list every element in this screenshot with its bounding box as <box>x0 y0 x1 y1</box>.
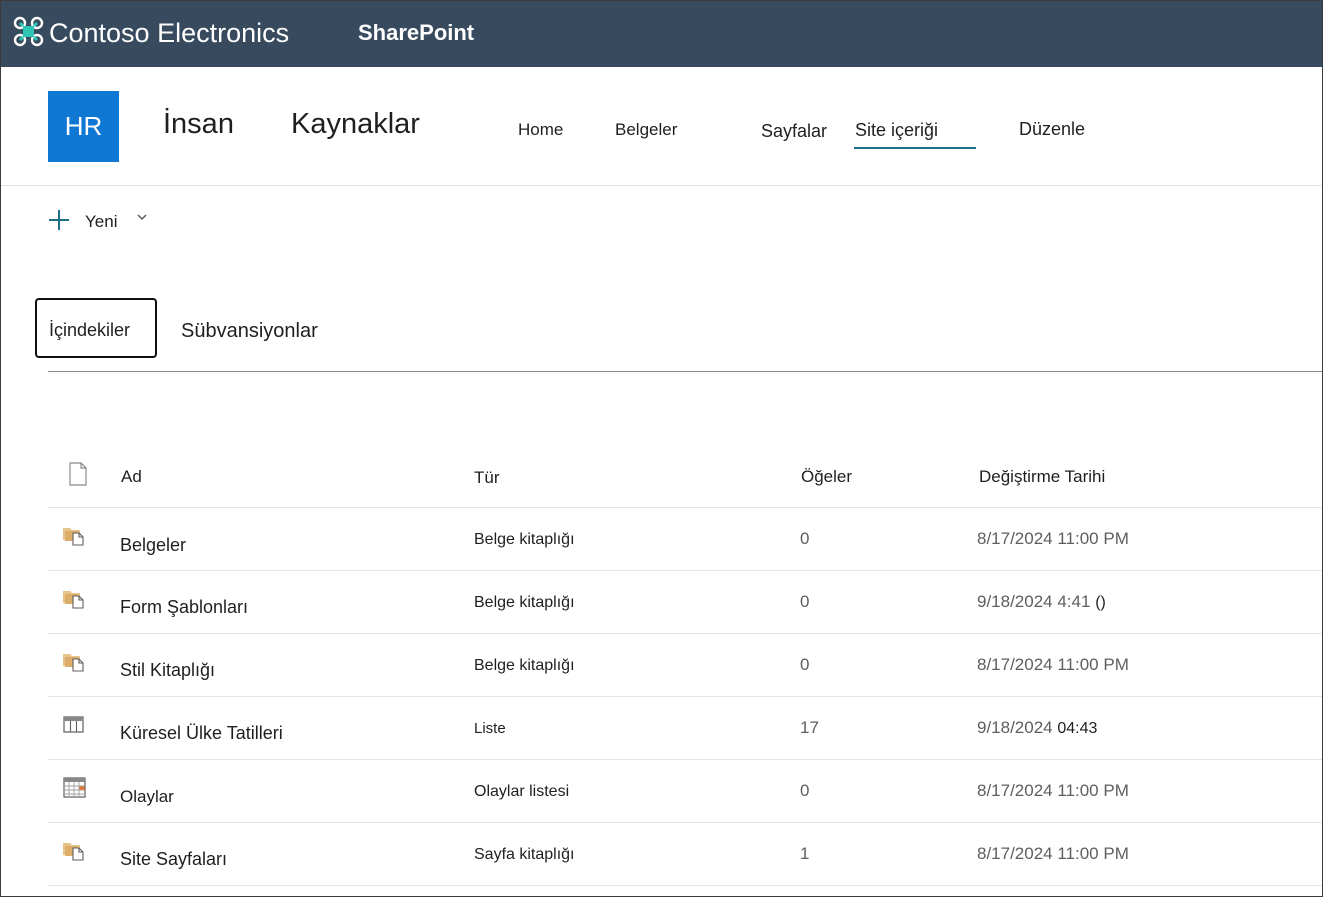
calendar-icon <box>63 777 86 798</box>
site-logo-text: HR <box>64 111 103 141</box>
table-row[interactable]: Site Sayfaları Sayfa kitaplığı 1 8/17/20… <box>48 822 1322 885</box>
plus-icon <box>48 209 70 231</box>
row-modified-date: 8/17/2024 11:00 PM <box>977 655 1129 674</box>
row-items: 0 <box>800 529 810 548</box>
page-frame: Contoso Electronics SharePoint HR İnsan … <box>0 0 1323 897</box>
tab-subsites[interactable]: Sübvansiyonlar <box>181 320 318 343</box>
column-header-type[interactable]: Tür <box>474 468 500 488</box>
row-modified-suffix: () <box>1095 594 1106 611</box>
row-modified: 8/17/2024 11:00 PM <box>977 655 1129 675</box>
row-items: 0 <box>800 592 810 611</box>
document-library-icon <box>63 528 84 546</box>
row-modified-date: 9/18/2024 <box>977 718 1053 737</box>
document-library-icon <box>63 843 84 861</box>
row-items: 0 <box>800 655 810 674</box>
row-modified-date: 8/17/2024 11:00 PM <box>977 844 1129 863</box>
nav-home[interactable]: Home <box>518 120 563 140</box>
row-modified: 8/17/2024 11:00 PM <box>977 529 1129 549</box>
table-row[interactable]: Form Şablonları Belge kitaplığı 0 9/18/2… <box>48 570 1322 633</box>
table-row[interactable]: Stil Kitaplığı Belge kitaplığı 0 8/17/20… <box>48 633 1322 696</box>
contoso-logo-icon[interactable] <box>12 15 45 48</box>
document-library-icon <box>63 654 84 672</box>
row-modified-date: 8/17/2024 11:00 PM <box>977 781 1129 800</box>
document-library-icon <box>63 591 84 609</box>
row-items: 1 <box>800 844 810 863</box>
row-items: 0 <box>800 781 810 800</box>
row-modified: 9/18/2024 04:43 <box>977 718 1097 738</box>
column-header-modified[interactable]: Değiştirme Tarihi <box>979 467 1105 487</box>
row-type: Olaylar listesi <box>474 783 570 800</box>
suite-bar: Contoso Electronics SharePoint <box>1 1 1322 67</box>
file-icon <box>69 462 87 486</box>
row-modified: 8/17/2024 11:00 PM <box>977 844 1129 864</box>
table-row[interactable]: Küresel Ülke Tatilleri Liste 17 9/18/202… <box>48 696 1322 759</box>
list-icon <box>63 716 84 733</box>
column-header-items[interactable]: Öğeler <box>801 467 852 487</box>
row-name[interactable]: Form Şablonları <box>120 597 248 618</box>
row-name[interactable]: Site Sayfaları <box>120 849 227 870</box>
table-row[interactable]: Belgeler Belge kitaplığı 0 8/17/2024 11:… <box>48 507 1322 570</box>
column-header-name[interactable]: Ad <box>121 467 142 487</box>
chevron-down-icon[interactable] <box>136 212 148 222</box>
row-type: Belge kitaplığı <box>474 531 575 548</box>
tab-contents[interactable]: İçindekiler <box>35 298 157 358</box>
row-name[interactable]: Olaylar <box>120 787 174 807</box>
table-row[interactable]: Olaylar Olaylar listesi 0 8/17/2024 11:0… <box>48 759 1322 822</box>
site-title-part2[interactable]: Kaynaklar <box>291 108 420 141</box>
row-type: Liste <box>474 720 506 737</box>
row-type: Belge kitaplığı <box>474 594 575 611</box>
new-button[interactable]: Yeni <box>48 205 147 235</box>
row-modified-date: 8/17/2024 11:00 PM <box>977 529 1129 548</box>
org-name[interactable]: Contoso Electronics <box>49 18 289 49</box>
row-name[interactable]: Stil Kitaplığı <box>120 660 215 681</box>
row-items: 17 <box>800 718 819 737</box>
row-modified-date: 9/18/2024 4:41 <box>977 592 1091 611</box>
site-logo[interactable]: HR <box>48 91 119 162</box>
app-name[interactable]: SharePoint <box>358 20 474 46</box>
nav-edit[interactable]: Düzenle <box>1019 119 1085 140</box>
header-divider <box>1 185 1322 186</box>
table-row-divider <box>48 885 1322 896</box>
nav-sayfalar[interactable]: Sayfalar <box>761 121 827 142</box>
row-type: Belge kitaplığı <box>474 657 575 674</box>
tabs-divider <box>48 371 1322 372</box>
row-modified: 8/17/2024 11:00 PM <box>977 781 1129 801</box>
nav-site-contents[interactable]: Site içeriği <box>855 120 938 141</box>
row-modified-suffix: 04:43 <box>1057 720 1098 737</box>
nav-active-indicator <box>854 147 976 149</box>
row-name[interactable]: Belgeler <box>120 535 186 556</box>
tab-contents-label: İçindekiler <box>49 320 131 340</box>
row-name[interactable]: Küresel Ülke Tatilleri <box>120 723 283 744</box>
row-modified: 9/18/2024 4:41 () <box>977 592 1106 612</box>
row-type: Sayfa kitaplığı <box>474 846 575 863</box>
nav-belgeler[interactable]: Belgeler <box>615 120 677 140</box>
new-button-label: Yeni <box>85 212 118 231</box>
site-title-part1[interactable]: İnsan <box>163 108 234 141</box>
